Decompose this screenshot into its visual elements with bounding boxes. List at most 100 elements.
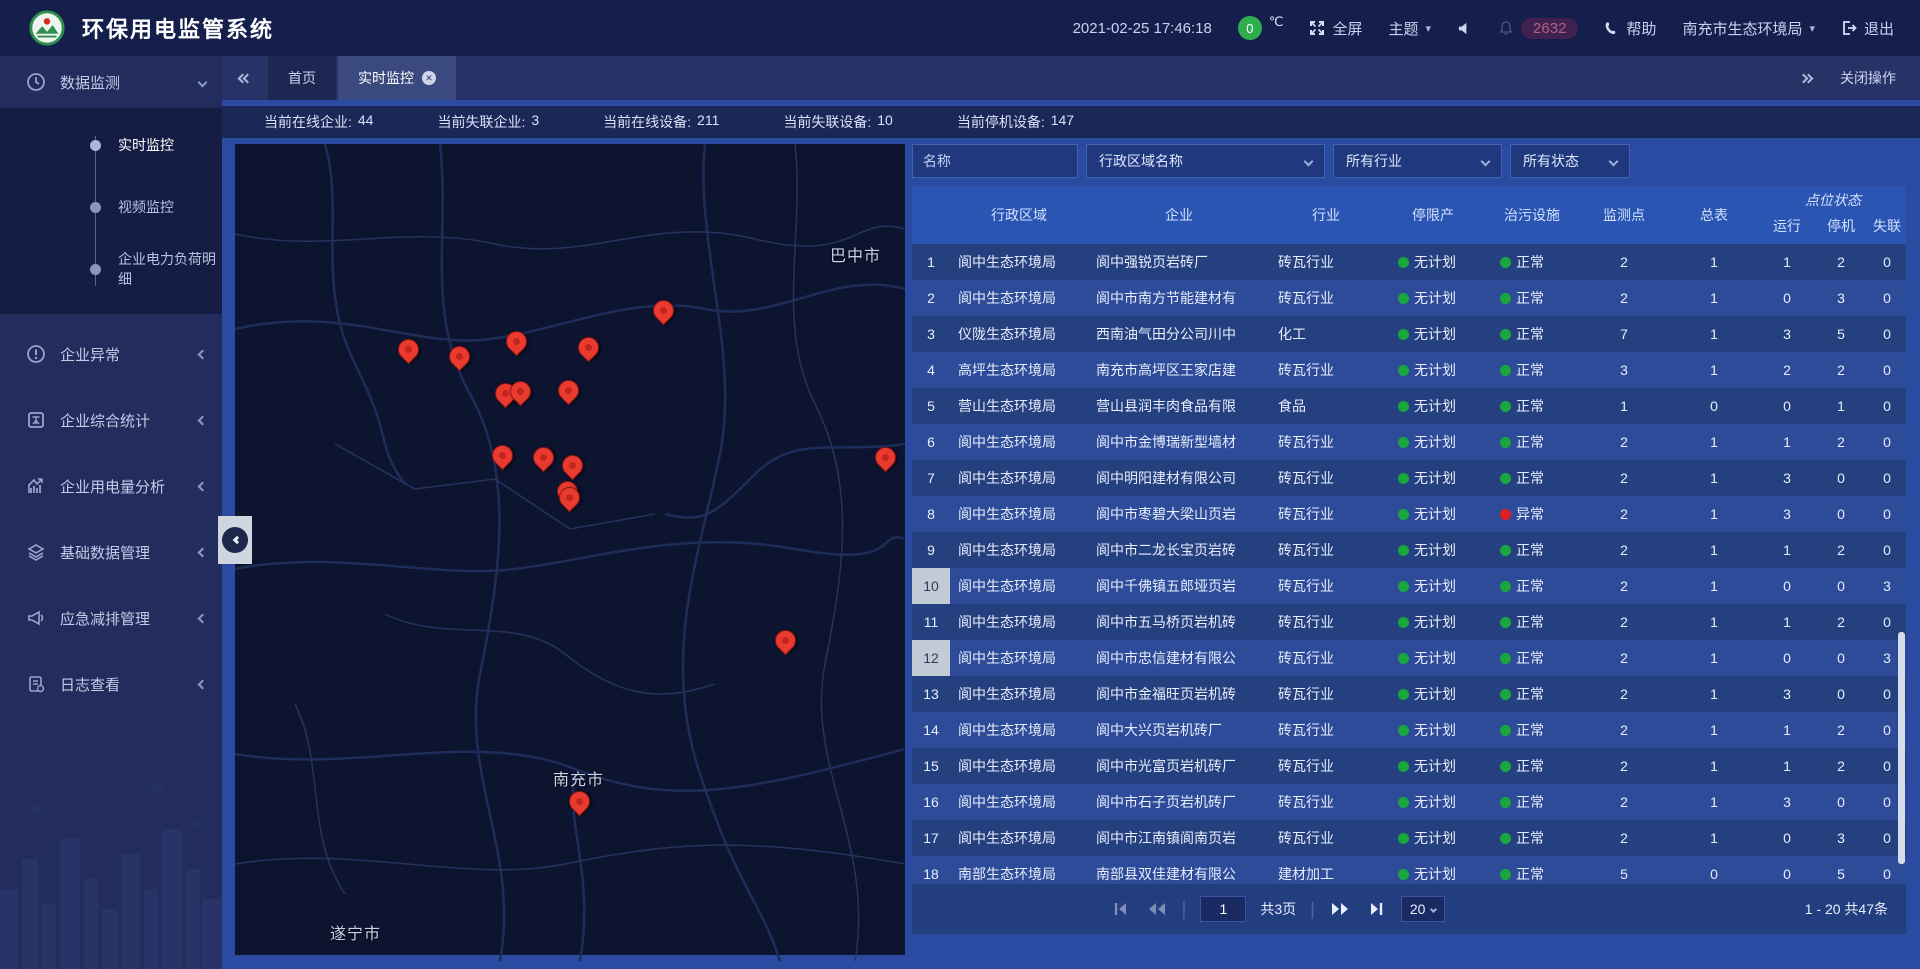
sidebar-item-data-monitoring[interactable]: 数据监测 bbox=[0, 56, 222, 108]
logout-button[interactable]: 退出 bbox=[1841, 18, 1894, 39]
cell-running: 3 bbox=[1760, 686, 1814, 702]
table-row[interactable]: 15 阆中生态环境局 阆中市光富页岩机砖厂 砖瓦行业 无计划 正常 2 1 1 … bbox=[912, 748, 1906, 784]
tab-close-icon[interactable]: ✕ bbox=[422, 71, 436, 85]
cell-region: 阆中生态环境局 bbox=[950, 576, 1088, 596]
table-row[interactable]: 17 阆中生态环境局 阆中市江南镇阆南页岩 砖瓦行业 无计划 正常 2 1 0 … bbox=[912, 820, 1906, 856]
table-row[interactable]: 2 阆中生态环境局 阆中市南方节能建材有 砖瓦行业 无计划 正常 2 1 0 3… bbox=[912, 280, 1906, 316]
close-operations-button[interactable]: 关闭操作 bbox=[1840, 68, 1896, 88]
col-lost: 失联 bbox=[1868, 212, 1906, 244]
table-row[interactable]: 13 阆中生态环境局 阆中市金福旺页岩机砖 砖瓦行业 无计划 正常 2 1 3 … bbox=[912, 676, 1906, 712]
cell-total-meter: 1 bbox=[1668, 794, 1760, 810]
cell-monitor-points: 1 bbox=[1580, 398, 1668, 414]
cell-lost: 0 bbox=[1868, 290, 1906, 306]
status-dot-icon bbox=[1500, 365, 1511, 376]
sidebar-item-base-data[interactable]: 基础数据管理 bbox=[0, 526, 222, 578]
cell-company[interactable]: 阆中市五马桥页岩机砖 bbox=[1088, 612, 1270, 632]
status-select[interactable]: 所有状态 bbox=[1510, 144, 1630, 178]
chevron-left-icon bbox=[198, 679, 208, 689]
tabs-scroll-right-button[interactable] bbox=[1800, 75, 1812, 82]
cell-company[interactable]: 阆中市金福旺页岩机砖 bbox=[1088, 684, 1270, 704]
cell-company[interactable]: 西南油气田分公司川中 bbox=[1088, 324, 1270, 344]
notifications-button[interactable]: 2632 bbox=[1498, 18, 1578, 39]
sidebar-item-enterprise-anomaly[interactable]: 企业异常 bbox=[0, 328, 222, 380]
status-dot-icon bbox=[1398, 257, 1409, 268]
tab-home[interactable]: 首页 bbox=[268, 56, 336, 100]
cell-region: 营山生态环境局 bbox=[950, 396, 1088, 416]
cell-company[interactable]: 阆中市忠信建材有限公 bbox=[1088, 648, 1270, 668]
table-scrollbar[interactable] bbox=[1898, 632, 1905, 864]
industry-select[interactable]: 所有行业 bbox=[1333, 144, 1502, 178]
sidebar-item-emergency-reduction[interactable]: 应急减排管理 bbox=[0, 592, 222, 644]
last-page-button[interactable] bbox=[1365, 900, 1387, 918]
pager-separator: | bbox=[1182, 899, 1187, 920]
table-row[interactable]: 12 阆中生态环境局 阆中市忠信建材有限公 砖瓦行业 无计划 正常 2 1 0 … bbox=[912, 640, 1906, 676]
sidebar-item-power-load-detail[interactable]: 企业电力负荷明细 bbox=[0, 238, 222, 300]
region-select[interactable]: 行政区域名称 bbox=[1086, 144, 1325, 178]
theme-dropdown[interactable]: 主题 ▾ bbox=[1389, 18, 1432, 39]
table-row[interactable]: 8 阆中生态环境局 阆中市枣碧大梁山页岩 砖瓦行业 无计划 异常 2 1 3 0… bbox=[912, 496, 1906, 532]
cell-company[interactable]: 阆中千佛镇五郎垭页岩 bbox=[1088, 576, 1270, 596]
cell-company[interactable]: 阆中大兴页岩机砖厂 bbox=[1088, 720, 1270, 740]
cell-limit-production: 无计划 bbox=[1382, 540, 1484, 560]
cell-total-meter: 1 bbox=[1668, 254, 1760, 270]
next-page-button[interactable] bbox=[1329, 900, 1351, 918]
sidebar-item-enterprise-statistics[interactable]: 企业综合统计 bbox=[0, 394, 222, 446]
cell-company[interactable]: 阆中市石子页岩机砖厂 bbox=[1088, 792, 1270, 812]
table-row[interactable]: 14 阆中生态环境局 阆中大兴页岩机砖厂 砖瓦行业 无计划 正常 2 1 1 2… bbox=[912, 712, 1906, 748]
cell-company[interactable]: 南充市高坪区王家店建 bbox=[1088, 360, 1270, 380]
sidebar-item-video-monitoring[interactable]: 视频监控 bbox=[0, 176, 222, 238]
cell-company[interactable]: 阆中市二龙长宝页岩砖 bbox=[1088, 540, 1270, 560]
tab-realtime-monitoring[interactable]: 实时监控 ✕ bbox=[338, 56, 456, 100]
table-row[interactable]: 3 仪陇生态环境局 西南油气田分公司川中 化工 无计划 正常 7 1 3 5 0 bbox=[912, 316, 1906, 352]
cell-company[interactable]: 阆中市金博瑞新型墙材 bbox=[1088, 432, 1270, 452]
cell-company[interactable]: 阆中明阳建材有限公司 bbox=[1088, 468, 1270, 488]
cell-company[interactable]: 阆中市枣碧大梁山页岩 bbox=[1088, 504, 1270, 524]
prev-page-button[interactable] bbox=[1146, 900, 1168, 918]
table-row[interactable]: 18 南部生态环境局 南部县双佳建材有限公 建材加工 无计划 正常 5 0 0 … bbox=[912, 856, 1906, 884]
row-index: 9 bbox=[912, 542, 950, 558]
cell-company[interactable]: 南部县双佳建材有限公 bbox=[1088, 864, 1270, 884]
org-dropdown[interactable]: 南充市生态环境局 ▾ bbox=[1682, 18, 1815, 39]
sidebar-item-log-view[interactable]: 日志查看 bbox=[0, 658, 222, 710]
cell-stopped: 5 bbox=[1814, 866, 1868, 882]
table-row[interactable]: 9 阆中生态环境局 阆中市二龙长宝页岩砖 砖瓦行业 无计划 正常 2 1 1 2… bbox=[912, 532, 1906, 568]
table-row[interactable]: 11 阆中生态环境局 阆中市五马桥页岩机砖 砖瓦行业 无计划 正常 2 1 1 … bbox=[912, 604, 1906, 640]
cell-company[interactable]: 阆中市南方节能建材有 bbox=[1088, 288, 1270, 308]
map-collapse-button[interactable] bbox=[218, 516, 252, 564]
sound-mute-button[interactable] bbox=[1457, 21, 1472, 36]
name-search-input[interactable] bbox=[912, 144, 1078, 178]
table-row[interactable]: 16 阆中生态环境局 阆中市石子页岩机砖厂 砖瓦行业 无计划 正常 2 1 3 … bbox=[912, 784, 1906, 820]
cell-running: 1 bbox=[1760, 434, 1814, 450]
table-row[interactable]: 6 阆中生态环境局 阆中市金博瑞新型墙材 砖瓦行业 无计划 正常 2 1 1 2… bbox=[912, 424, 1906, 460]
tabs-scroll-left-button[interactable] bbox=[222, 56, 268, 100]
sidebar-item-realtime-monitoring[interactable]: 实时监控 bbox=[0, 114, 222, 176]
cell-company[interactable]: 阆中强锐页岩砖厂 bbox=[1088, 252, 1270, 272]
cell-running: 1 bbox=[1760, 254, 1814, 270]
page-size-select[interactable]: 20 bbox=[1401, 896, 1446, 922]
cell-limit-production: 无计划 bbox=[1382, 288, 1484, 308]
table-row[interactable]: 5 营山生态环境局 营山县润丰肉食品有限 食品 无计划 正常 1 0 0 1 0 bbox=[912, 388, 1906, 424]
table-row[interactable]: 10 阆中生态环境局 阆中千佛镇五郎垭页岩 砖瓦行业 无计划 正常 2 1 0 … bbox=[912, 568, 1906, 604]
page-number-input[interactable] bbox=[1200, 896, 1246, 922]
map-panel[interactable]: 巴中市南充市遂宁市 bbox=[235, 144, 905, 955]
cell-limit-production: 无计划 bbox=[1382, 648, 1484, 668]
cell-company[interactable]: 阆中市光富页岩机砖厂 bbox=[1088, 756, 1270, 776]
double-chevron-left-icon bbox=[239, 75, 251, 82]
first-page-button[interactable] bbox=[1110, 900, 1132, 918]
status-dot-icon bbox=[1398, 833, 1409, 844]
cell-pollution-facility: 正常 bbox=[1484, 252, 1580, 272]
fullscreen-button[interactable]: 全屏 bbox=[1309, 18, 1362, 39]
table-row[interactable]: 7 阆中生态环境局 阆中明阳建材有限公司 砖瓦行业 无计划 正常 2 1 3 0… bbox=[912, 460, 1906, 496]
table-row[interactable]: 4 高坪生态环境局 南充市高坪区王家店建 砖瓦行业 无计划 正常 3 1 2 2… bbox=[912, 352, 1906, 388]
cell-company[interactable]: 阆中市江南镇阆南页岩 bbox=[1088, 828, 1270, 848]
sidebar-item-power-analysis[interactable]: 企业用电量分析 bbox=[0, 460, 222, 512]
cell-industry: 建材加工 bbox=[1270, 864, 1382, 884]
table-row[interactable]: 1 阆中生态环境局 阆中强锐页岩砖厂 砖瓦行业 无计划 正常 2 1 1 2 0 bbox=[912, 244, 1906, 280]
help-button[interactable]: 帮助 bbox=[1604, 18, 1656, 39]
status-dot-icon bbox=[1398, 761, 1409, 772]
row-index: 10 bbox=[912, 568, 950, 604]
region-select-value: 行政区域名称 bbox=[1099, 151, 1183, 171]
cell-total-meter: 1 bbox=[1668, 722, 1760, 738]
cell-total-meter: 1 bbox=[1668, 614, 1760, 630]
cell-company[interactable]: 营山县润丰肉食品有限 bbox=[1088, 396, 1270, 416]
